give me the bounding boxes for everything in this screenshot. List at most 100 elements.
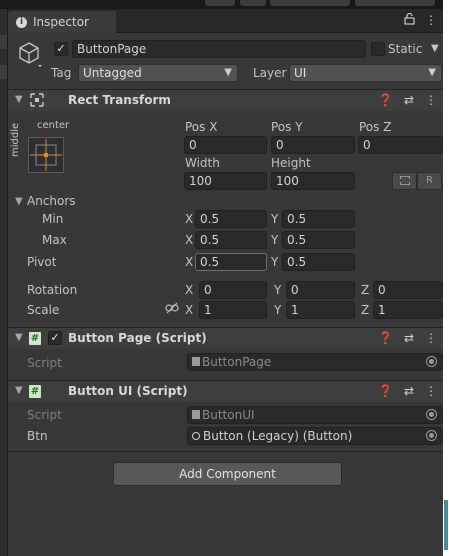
pivot-y-field[interactable]: 0.5 bbox=[282, 253, 355, 271]
object-picker-icon[interactable] bbox=[426, 409, 437, 420]
toolbar-layout-dropdown[interactable] bbox=[355, 0, 435, 6]
tab-bar: i Inspector ⋮ bbox=[8, 9, 443, 33]
scale-x-field[interactable]: 1 bbox=[199, 301, 267, 319]
active-checkbox[interactable]: ✓ bbox=[54, 42, 68, 56]
component-menu-icon[interactable]: ⋮ bbox=[425, 331, 437, 345]
button-ui-script-title: Button UI (Script) bbox=[68, 384, 188, 398]
script-label: Script bbox=[27, 408, 62, 422]
toolbar-layers-dropdown[interactable] bbox=[270, 0, 350, 6]
rotation-x-field[interactable]: 0 bbox=[199, 281, 267, 299]
edge-accent bbox=[444, 500, 448, 550]
adjacent-panel-item bbox=[0, 65, 7, 79]
rect-transform-icon bbox=[30, 93, 44, 110]
btn-reference-field[interactable]: Button (Legacy) (Button) bbox=[187, 427, 443, 445]
max-x-field[interactable]: 0.5 bbox=[195, 231, 267, 249]
component-menu-icon[interactable]: ⋮ bbox=[425, 93, 437, 107]
presets-icon[interactable]: ⇄ bbox=[404, 331, 414, 345]
gameobject-icon bbox=[16, 40, 42, 71]
script-reference-field[interactable]: ButtonUI bbox=[187, 406, 443, 424]
pivot-x-field[interactable]: 0.5 bbox=[195, 253, 267, 271]
component-divider bbox=[8, 451, 443, 452]
adjacent-panel-item bbox=[0, 35, 7, 49]
rect-transform-header[interactable]: ▼ Rect Transform ❓ ⇄ ⋮ bbox=[8, 89, 443, 111]
info-icon: i bbox=[16, 16, 27, 28]
scale-z-field[interactable]: 1 bbox=[373, 301, 443, 319]
constrain-proportions-icon[interactable] bbox=[165, 302, 179, 317]
max-y-label: Y bbox=[271, 233, 279, 247]
pos-y-field[interactable]: 0 bbox=[271, 136, 355, 154]
anchor-preset-h-label: center bbox=[37, 120, 70, 131]
component-enabled-checkbox[interactable]: ✓ bbox=[48, 331, 62, 345]
min-y-field[interactable]: 0.5 bbox=[282, 210, 355, 228]
tab-label: Inspector bbox=[33, 15, 89, 29]
min-label: Min bbox=[42, 212, 64, 226]
max-x-label: X bbox=[185, 233, 194, 247]
button-page-script-title: Button Page (Script) bbox=[68, 331, 207, 345]
tab-inspector[interactable]: i Inspector bbox=[8, 11, 116, 33]
max-y-field[interactable]: 0.5 bbox=[282, 231, 355, 249]
tab-menu-icon[interactable]: ⋮ bbox=[425, 13, 437, 28]
anchors-label: Anchors bbox=[27, 194, 76, 208]
button-ui-script-header[interactable]: ▼ # Button UI (Script) ❓ ⇄ ⋮ bbox=[8, 380, 443, 402]
height-field[interactable]: 100 bbox=[271, 172, 355, 190]
pivot-y-label: Y bbox=[271, 255, 279, 269]
button-page-script-header[interactable]: ▼ # ✓ Button Page (Script) ❓ ⇄ ⋮ bbox=[8, 327, 443, 349]
layer-value: UI bbox=[294, 66, 307, 80]
anchors-foldout-icon[interactable]: ▼ bbox=[15, 196, 23, 207]
script-reference-value: ButtonPage bbox=[202, 355, 272, 369]
editor-toolbar-strip bbox=[0, 0, 449, 9]
foldout-arrow-icon[interactable]: ▼ bbox=[15, 94, 23, 105]
rotation-x-label: X bbox=[185, 283, 194, 297]
static-dropdown-caret-icon[interactable]: ▼ bbox=[431, 43, 439, 54]
button-object-icon bbox=[192, 432, 200, 440]
blueprint-icon bbox=[399, 176, 410, 185]
rotation-y-label: Y bbox=[274, 283, 282, 297]
help-icon[interactable]: ❓ bbox=[378, 384, 393, 398]
toolbar-history-button[interactable] bbox=[205, 0, 235, 6]
scale-y-field[interactable]: 1 bbox=[286, 301, 355, 319]
object-picker-icon[interactable] bbox=[426, 356, 437, 367]
tag-dropdown[interactable]: Untagged ▼ bbox=[78, 64, 238, 82]
layer-dropdown[interactable]: UI ▼ bbox=[289, 64, 442, 82]
scale-y-label: Y bbox=[274, 303, 282, 317]
min-y-label: Y bbox=[271, 212, 279, 226]
help-icon[interactable]: ❓ bbox=[378, 331, 393, 345]
anchor-preset-v-label: middle bbox=[10, 122, 21, 157]
rotation-y-field[interactable]: 0 bbox=[286, 281, 355, 299]
tag-value: Untagged bbox=[83, 66, 142, 80]
chevron-down-icon: ▼ bbox=[428, 67, 436, 78]
rotation-z-label: Z bbox=[361, 283, 370, 297]
scale-label: Scale bbox=[27, 303, 60, 317]
window-right-edge bbox=[443, 0, 449, 556]
object-name-field[interactable]: ButtonPage bbox=[72, 40, 366, 58]
foldout-arrow-icon[interactable]: ▼ bbox=[15, 332, 23, 343]
adjacent-panel-edge bbox=[0, 9, 8, 556]
scale-z-label: Z bbox=[361, 303, 370, 317]
foldout-arrow-icon[interactable]: ▼ bbox=[15, 385, 23, 396]
pos-y-label: Pos Y bbox=[271, 120, 303, 134]
add-component-button[interactable]: Add Component bbox=[113, 462, 342, 486]
component-menu-icon[interactable]: ⋮ bbox=[425, 384, 437, 398]
lock-icon[interactable] bbox=[404, 12, 415, 28]
width-label: Width bbox=[185, 156, 220, 170]
min-x-field[interactable]: 0.5 bbox=[195, 210, 267, 228]
static-checkbox[interactable] bbox=[371, 42, 385, 56]
btn-label: Btn bbox=[27, 429, 48, 443]
object-picker-icon[interactable] bbox=[426, 430, 437, 441]
script-reference-field[interactable]: ButtonPage bbox=[187, 353, 443, 371]
tag-label: Tag bbox=[51, 66, 72, 80]
script-icon: # bbox=[29, 385, 41, 398]
toolbar-search-button[interactable] bbox=[240, 0, 266, 6]
presets-icon[interactable]: ⇄ bbox=[404, 93, 414, 107]
width-field[interactable]: 100 bbox=[184, 172, 267, 190]
raw-edit-button[interactable]: R bbox=[417, 172, 442, 190]
blueprint-mode-button[interactable] bbox=[392, 172, 417, 190]
pos-x-field[interactable]: 0 bbox=[184, 136, 267, 154]
rotation-z-field[interactable]: 0 bbox=[373, 281, 443, 299]
help-icon[interactable]: ❓ bbox=[378, 93, 393, 107]
presets-icon[interactable]: ⇄ bbox=[404, 384, 414, 398]
pos-z-label: Pos Z bbox=[359, 120, 392, 134]
pos-z-field[interactable]: 0 bbox=[358, 136, 443, 154]
anchor-preset-button[interactable] bbox=[28, 137, 64, 173]
layer-label: Layer bbox=[253, 66, 287, 80]
